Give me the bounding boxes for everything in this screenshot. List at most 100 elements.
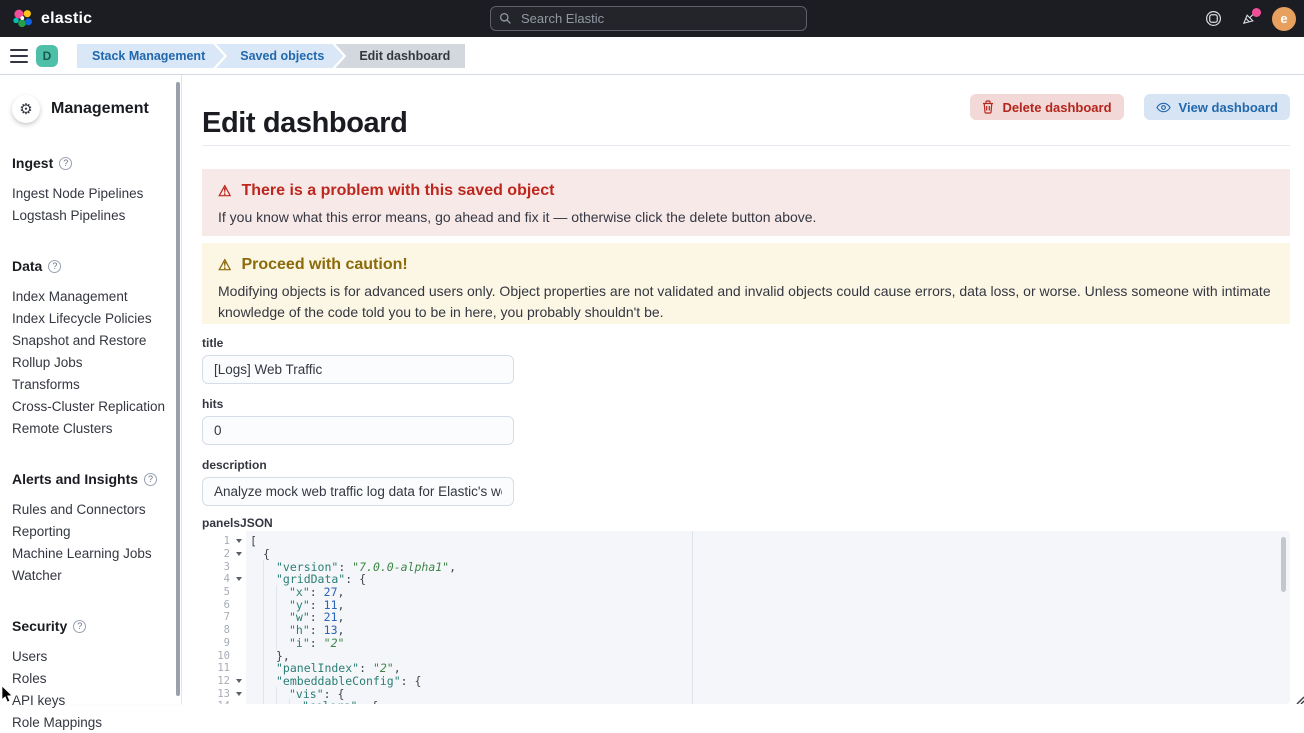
delete-dashboard-label: Delete dashboard (1002, 100, 1111, 115)
search-input[interactable] (519, 10, 798, 27)
global-search[interactable] (490, 6, 807, 31)
error-callout: ⚠ There is a problem with this saved obj… (202, 169, 1290, 236)
sidebar-item-remote-clusters[interactable]: Remote Clusters (12, 417, 169, 439)
section-heading: Security? (12, 618, 169, 634)
sidebar-item-watcher[interactable]: Watcher (12, 564, 169, 586)
sidebar-section-security: Security? UsersRolesAPI keysRole Mappings (12, 618, 169, 733)
fold-caret-icon[interactable] (236, 692, 242, 696)
line-number: 8 (202, 624, 232, 636)
gear-icon: ⚙ (12, 95, 40, 123)
fold-caret-icon[interactable] (236, 552, 242, 556)
code-line: 11"panelIndex": "2", (202, 662, 1290, 675)
editor-scrollbar[interactable] (1281, 537, 1286, 592)
delete-dashboard-button[interactable]: Delete dashboard (970, 94, 1123, 120)
sidebar-item-ingest-node-pipelines[interactable]: Ingest Node Pipelines (12, 182, 169, 204)
trash-icon (982, 100, 994, 114)
search-icon (499, 12, 512, 25)
indent-guide (263, 699, 276, 704)
sidebar-item-index-lifecycle-policies[interactable]: Index Lifecycle Policies (12, 307, 169, 329)
line-number: 7 (202, 611, 232, 623)
sidebar-item-cross-cluster-replication[interactable]: Cross-Cluster Replication (12, 395, 169, 417)
indent-guide (276, 699, 289, 704)
sidebar-item-machine-learning-jobs[interactable]: Machine Learning Jobs (12, 542, 169, 564)
line-number: 3 (202, 561, 232, 573)
code-line: 13"vis": { (202, 687, 1290, 700)
warning-callout-body: Modifying objects is for advanced users … (218, 281, 1274, 323)
code-line: 1[ (202, 535, 1290, 548)
sidebar-item-api-keys[interactable]: API keys (12, 689, 169, 711)
sidebar-title: Management (51, 100, 149, 118)
sidebar-item-roles[interactable]: Roles (12, 667, 169, 689)
line-number: 6 (202, 599, 232, 611)
breadcrumb-edit-dashboard: Edit dashboard (335, 44, 465, 68)
code-line: 4"gridData": { (202, 573, 1290, 586)
sidebar-item-index-management[interactable]: Index Management (12, 285, 169, 307)
line-number: 11 (202, 662, 232, 674)
breadcrumb-stack-management[interactable]: Stack Management (77, 44, 224, 68)
line-number: 5 (202, 586, 232, 598)
management-sidebar: ⚙ Management Ingest? Ingest Node Pipeline… (0, 75, 182, 704)
help-icon[interactable]: ? (59, 157, 72, 170)
field-input-description[interactable] (202, 477, 514, 506)
code-line: 10}, (202, 649, 1290, 662)
newsfeed-icon[interactable] (1236, 6, 1262, 32)
main-content: Edit dashboard Delete dashboard View das… (182, 75, 1304, 704)
code-line: 7"w": 21, (202, 611, 1290, 624)
code-line: 3"version": "7.0.0-alpha1", (202, 560, 1290, 573)
field-label-hits: hits (202, 397, 514, 411)
line-number: 9 (202, 637, 232, 649)
breadcrumb-saved-objects[interactable]: Saved objects (216, 44, 343, 68)
view-dashboard-label: View dashboard (1179, 100, 1278, 115)
fold-caret-icon[interactable] (236, 577, 242, 581)
field-input-hits[interactable] (202, 416, 514, 445)
header-divider (202, 145, 1290, 146)
field-input-title[interactable] (202, 355, 514, 384)
line-number: 1 (202, 535, 232, 547)
help-icon[interactable]: ? (73, 620, 86, 633)
fold-caret-icon[interactable] (236, 679, 242, 683)
indent-guide (289, 699, 302, 704)
panels-json-label: panelsJSON (202, 516, 273, 530)
user-avatar[interactable]: e (1272, 7, 1296, 31)
space-badge[interactable]: D (36, 45, 58, 67)
sidebar-item-reporting[interactable]: Reporting (12, 520, 169, 542)
line-number: 4 (202, 573, 232, 585)
sidebar-header: ⚙ Management (12, 95, 169, 123)
sidebar-item-logstash-pipelines[interactable]: Logstash Pipelines (12, 204, 169, 226)
sidebar-section-data: Data? Index ManagementIndex Lifecycle Pol… (12, 258, 169, 439)
field-label-title: title (202, 336, 514, 350)
elastic-brand[interactable]: elastic (0, 8, 92, 29)
resize-grip-icon[interactable] (1295, 695, 1304, 704)
sidebar-section-alerts-and-insights: Alerts and Insights? Rules and Connectors… (12, 471, 169, 586)
page-title: Edit dashboard (202, 107, 407, 140)
error-callout-title: There is a problem with this saved objec… (241, 182, 554, 200)
line-number: 14 (202, 700, 232, 704)
menu-icon[interactable] (10, 49, 28, 63)
sidebar-item-transforms[interactable]: Transforms (12, 373, 169, 395)
sidebar-item-snapshot-and-restore[interactable]: Snapshot and Restore (12, 329, 169, 351)
code-line: 2{ (202, 548, 1290, 561)
sidebar-item-rules-and-connectors[interactable]: Rules and Connectors (12, 498, 169, 520)
sidebar-item-rollup-jobs[interactable]: Rollup Jobs (12, 351, 169, 373)
section-heading: Alerts and Insights? (12, 471, 169, 487)
mouse-cursor (1, 686, 13, 703)
eye-icon (1156, 102, 1171, 113)
fold-caret-icon[interactable] (236, 539, 242, 543)
deployment-icon[interactable] (1200, 6, 1226, 32)
brand-label: elastic (41, 10, 92, 28)
line-number: 13 (202, 688, 232, 700)
sidebar-item-users[interactable]: Users (12, 645, 169, 667)
code-line: 12"embeddableConfig": { (202, 675, 1290, 688)
sidebar-item-role-mappings[interactable]: Role Mappings (12, 711, 169, 733)
field-label-description: description (202, 458, 514, 472)
code-line: 6"y": 11, (202, 598, 1290, 611)
error-callout-body: If you know what this error means, go ah… (218, 207, 1274, 228)
panels-json-editor[interactable]: 1[2{3"version": "7.0.0-alpha1",4"gridDat… (202, 531, 1290, 704)
section-heading: Data? (12, 258, 169, 274)
sidebar-scrollbar[interactable] (176, 82, 180, 696)
notification-dot (1252, 8, 1261, 17)
help-icon[interactable]: ? (48, 260, 61, 273)
help-icon[interactable]: ? (144, 473, 157, 486)
section-heading: Ingest? (12, 155, 169, 171)
view-dashboard-button[interactable]: View dashboard (1144, 94, 1290, 120)
